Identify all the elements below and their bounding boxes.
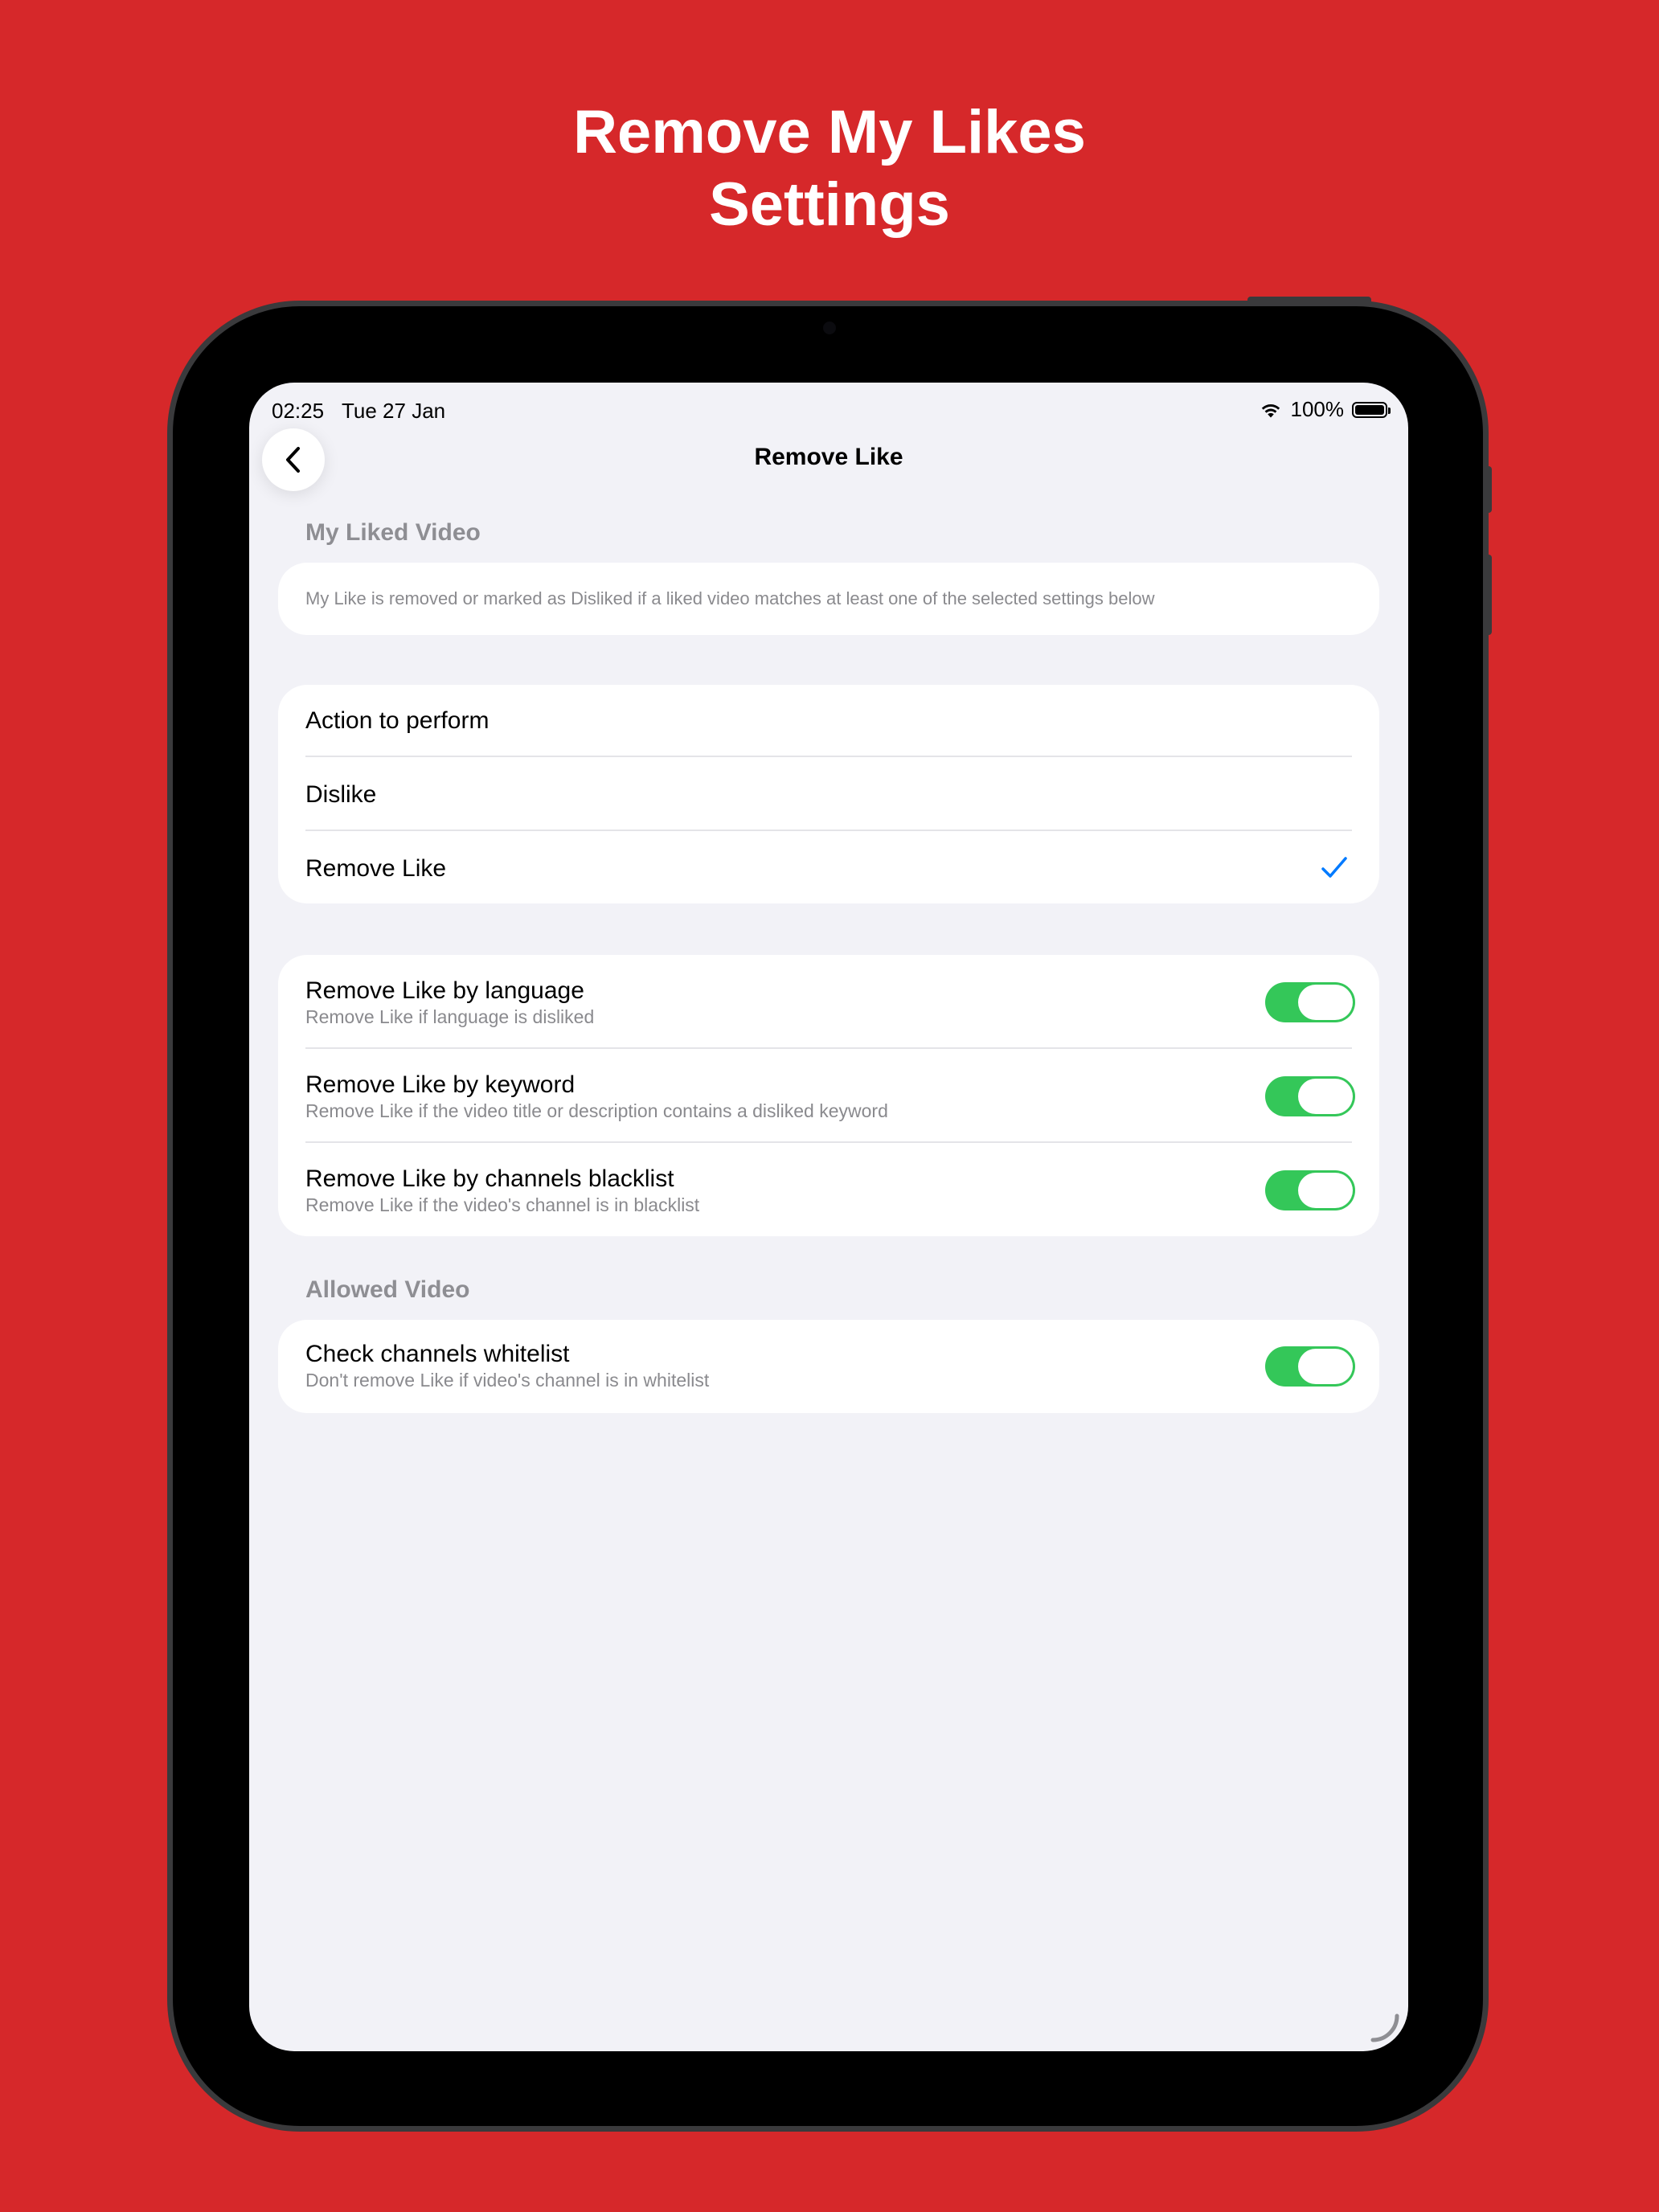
toggle-knob: [1298, 985, 1353, 1020]
battery-icon: [1352, 401, 1391, 418]
info-card: My Like is removed or marked as Disliked…: [278, 563, 1379, 635]
device-volume-down-button: [1485, 555, 1492, 635]
section-header-my-liked-video: My Liked Video: [305, 519, 481, 546]
rule-row-keyword: Remove Like by keyword Remove Like if th…: [278, 1049, 1379, 1143]
front-camera: [823, 322, 836, 334]
allowed-subtitle: Don't remove Like if video's channel is …: [305, 1370, 710, 1391]
battery-percent: 100%: [1290, 397, 1345, 421]
rule-title: Remove Like by keyword: [305, 1071, 576, 1098]
allowed-row-whitelist: Check channels whitelist Don't remove Li…: [278, 1320, 1379, 1413]
rule-title: Remove Like by language: [305, 977, 584, 1004]
status-indicators: 100%: [1259, 397, 1391, 422]
rule-row-blacklist: Remove Like by channels blacklist Remove…: [278, 1143, 1379, 1236]
device-volume-up-button: [1485, 466, 1492, 513]
toggle-remove-by-blacklist[interactable]: [1265, 1170, 1355, 1210]
rule-subtitle: Remove Like if language is disliked: [305, 1006, 595, 1027]
toggle-knob: [1298, 1079, 1353, 1114]
status-time: 02:25: [272, 399, 325, 423]
toggle-check-whitelist[interactable]: [1265, 1346, 1355, 1387]
rule-subtitle: Remove Like if the video title or descri…: [305, 1100, 888, 1121]
toggle-knob: [1298, 1173, 1353, 1208]
promo-title-line2: Settings: [709, 170, 950, 239]
action-option-remove-like[interactable]: Remove Like: [278, 831, 1379, 903]
allowed-card: Check channels whitelist Don't remove Li…: [278, 1320, 1379, 1413]
status-bar: 02:25 Tue 27 Jan 100%: [249, 392, 1408, 428]
action-header-row: Action to perform: [278, 685, 1379, 757]
app-screen: 02:25 Tue 27 Jan 100% Remove Like My Lik…: [249, 383, 1408, 2051]
action-option-dislike[interactable]: Dislike: [278, 757, 1379, 831]
info-description: My Like is removed or marked as Disliked…: [305, 588, 1155, 608]
page-title: Remove Like: [754, 444, 903, 470]
action-option-label: Dislike: [305, 781, 377, 808]
battery-cap: [1388, 407, 1391, 414]
toggle-remove-by-language[interactable]: [1265, 982, 1355, 1022]
allowed-title: Check channels whitelist: [305, 1341, 570, 1367]
rule-subtitle: Remove Like if the video's channel is in…: [305, 1194, 700, 1215]
home-indicator-icon: [1370, 2013, 1399, 2042]
action-card: Action to perform Dislike Remove Like: [278, 685, 1379, 903]
toggle-knob: [1298, 1349, 1353, 1384]
wifi-icon: [1261, 403, 1280, 417]
toggle-remove-by-keyword[interactable]: [1265, 1076, 1355, 1116]
promo-title-line1: Remove My Likes: [573, 98, 1086, 166]
checkmark-icon: [1321, 857, 1347, 878]
rules-card: Remove Like by language Remove Like if l…: [278, 955, 1379, 1236]
section-header-allowed-video: Allowed Video: [305, 1276, 470, 1303]
promo-title: Remove My Likes Settings: [0, 96, 1659, 241]
status-date: Tue 27 Jan: [342, 399, 446, 423]
battery-fill: [1355, 404, 1384, 415]
rule-title: Remove Like by channels blacklist: [305, 1165, 674, 1192]
action-header-label: Action to perform: [305, 707, 490, 734]
action-option-label: Remove Like: [305, 855, 447, 882]
rule-row-language: Remove Like by language Remove Like if l…: [278, 955, 1379, 1049]
